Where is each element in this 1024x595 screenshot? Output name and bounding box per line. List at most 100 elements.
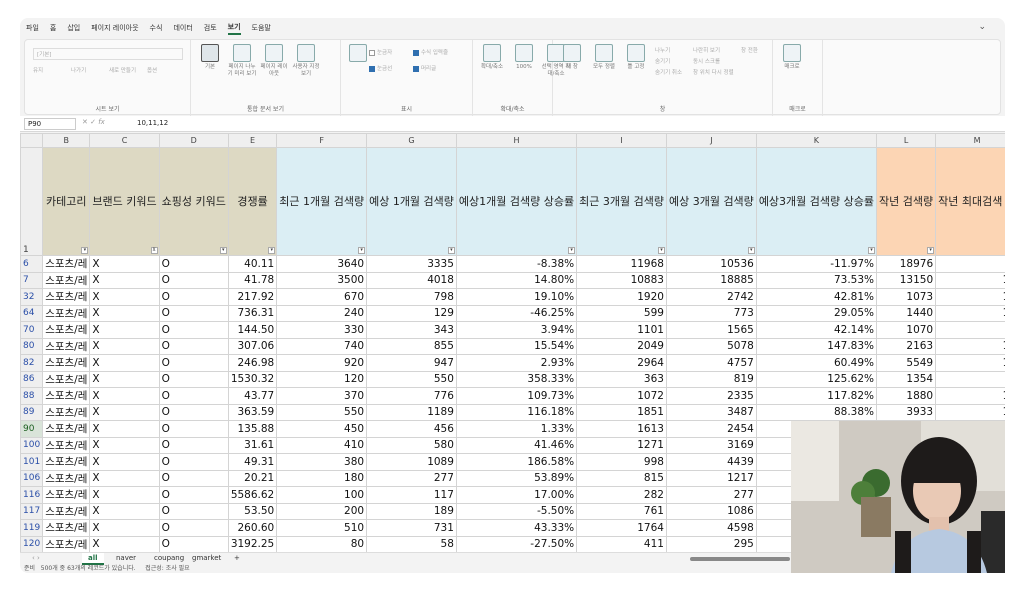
cell-F[interactable]: 370: [276, 387, 368, 405]
cell-J[interactable]: 295: [665, 535, 757, 552]
cell-D[interactable]: O: [158, 519, 229, 537]
cell-B[interactable]: 스포츠/레: [42, 420, 91, 438]
cell-B[interactable]: 스포츠/레: [42, 453, 91, 471]
add-sheet-button[interactable]: +: [228, 553, 246, 563]
cell-G[interactable]: 58: [366, 535, 457, 552]
row-header[interactable]: 117: [20, 502, 44, 520]
cell-C[interactable]: X: [89, 337, 160, 355]
ribbon-button[interactable]: 페이지 나누기 미리 보기: [227, 44, 257, 78]
cell-G[interactable]: 4018: [366, 271, 457, 289]
cell-H[interactable]: 109.73%: [455, 387, 578, 405]
cell-M[interactable]: 8: [935, 321, 1005, 339]
horizontal-scrollbar[interactable]: [668, 556, 798, 562]
cell-F[interactable]: 450: [276, 420, 368, 438]
cell-H[interactable]: 43.33%: [455, 519, 578, 537]
sheet-view-option[interactable]: [기본]: [33, 48, 183, 60]
row-header[interactable]: 86: [20, 370, 44, 388]
cell-K[interactable]: 60.49%: [755, 354, 878, 372]
column-header-G[interactable]: G: [366, 133, 457, 148]
cell-B[interactable]: 스포츠/레: [42, 519, 91, 537]
sheet-tab-gmarket[interactable]: gmarket: [186, 553, 227, 563]
show-option[interactable]: 눈금선: [369, 64, 392, 72]
cell-H[interactable]: 14.80%: [455, 271, 578, 289]
cell-E[interactable]: 20.21: [227, 469, 278, 487]
cell-K[interactable]: 88.38%: [755, 403, 878, 421]
cell-E[interactable]: 246.98: [227, 354, 278, 372]
cell-H[interactable]: 17.00%: [455, 486, 578, 504]
filter-dropdown-icon[interactable]: ▾: [747, 247, 755, 254]
cell-H[interactable]: 358.33%: [455, 370, 578, 388]
cell-L[interactable]: 18976: [876, 255, 937, 273]
cell-E[interactable]: 217.92: [227, 288, 278, 306]
column-header-F[interactable]: F: [276, 133, 368, 148]
sheet-tab-coupang[interactable]: coupang: [148, 553, 190, 563]
cell-J[interactable]: 18885: [665, 271, 757, 289]
column-header-B[interactable]: B: [42, 133, 91, 148]
cell-J[interactable]: 4439: [665, 453, 757, 471]
cell-G[interactable]: 798: [366, 288, 457, 306]
column-header-M[interactable]: M: [935, 133, 1005, 148]
cell-F[interactable]: 3500: [276, 271, 368, 289]
cell-I[interactable]: 815: [576, 469, 667, 487]
cell-H[interactable]: -27.50%: [455, 535, 578, 552]
cell-J[interactable]: 3169: [665, 436, 757, 454]
cell-F[interactable]: 100: [276, 486, 368, 504]
cell-G[interactable]: 731: [366, 519, 457, 537]
cell-E[interactable]: 307.06: [227, 337, 278, 355]
sheet-view-option[interactable]: 새로 만들기: [109, 66, 136, 74]
cell-K[interactable]: 42.81%: [755, 288, 878, 306]
filter-active-icon[interactable]: ⊻: [150, 247, 158, 254]
field-header-cell[interactable]: 예상 3개월 검색량 ▾: [665, 147, 757, 256]
cell-H[interactable]: 1.33%: [455, 420, 578, 438]
ribbon-button[interactable]: 모두 정렬: [589, 44, 619, 71]
cell-D[interactable]: O: [158, 469, 229, 487]
cell-K[interactable]: 147.83%: [755, 337, 878, 355]
cell-E[interactable]: 31.61: [227, 436, 278, 454]
filter-dropdown-icon[interactable]: ▾: [927, 247, 935, 254]
column-header-E[interactable]: E: [227, 133, 278, 148]
cell-H[interactable]: -8.38%: [455, 255, 578, 273]
sheet-tab-all[interactable]: all: [82, 553, 104, 565]
cell-B[interactable]: 스포츠/레: [42, 469, 91, 487]
window-option[interactable]: 동시 스크롤: [693, 57, 720, 65]
cell-C[interactable]: X: [89, 469, 160, 487]
cell-I[interactable]: 2964: [576, 354, 667, 372]
filter-dropdown-icon[interactable]: ▾: [868, 247, 876, 254]
cell-F[interactable]: 3640: [276, 255, 368, 273]
cell-C[interactable]: X: [89, 370, 160, 388]
row-header[interactable]: 7: [20, 271, 44, 289]
checkbox-icon[interactable]: [413, 65, 419, 72]
field-header-cell[interactable]: 경쟁률 ▾: [227, 147, 278, 256]
sheet-view-option[interactable]: 옵션: [147, 66, 157, 74]
cell-J[interactable]: 819: [665, 370, 757, 388]
cell-M[interactable]: 10: [935, 354, 1005, 372]
cell-L[interactable]: 1073: [876, 288, 937, 306]
cell-G[interactable]: 855: [366, 337, 457, 355]
cell-B[interactable]: 스포츠/레: [42, 502, 91, 520]
cell-J[interactable]: 773: [665, 304, 757, 322]
cell-I[interactable]: 1101: [576, 321, 667, 339]
row-header[interactable]: 80: [20, 337, 44, 355]
cell-B[interactable]: 스포츠/레: [42, 255, 91, 273]
ribbon-button[interactable]: 사용자 지정 보기: [291, 44, 321, 78]
cell-C[interactable]: X: [89, 420, 160, 438]
cell-C[interactable]: X: [89, 288, 160, 306]
cell-I[interactable]: 599: [576, 304, 667, 322]
cell-M[interactable]: 12: [935, 403, 1005, 421]
cell-C[interactable]: X: [89, 387, 160, 405]
cell-B[interactable]: 스포츠/레: [42, 370, 91, 388]
cancel-icon[interactable]: ✕: [82, 118, 88, 126]
ribbon-button[interactable]: 확대/축소: [477, 44, 507, 71]
cell-E[interactable]: 135.88: [227, 420, 278, 438]
cell-D[interactable]: O: [158, 403, 229, 421]
cell-E[interactable]: 3192.25: [227, 535, 278, 552]
cell-E[interactable]: 1530.32: [227, 370, 278, 388]
cell-K[interactable]: 73.53%: [755, 271, 878, 289]
cell-D[interactable]: O: [158, 535, 229, 552]
cell-I[interactable]: 1764: [576, 519, 667, 537]
scroll-thumb[interactable]: [690, 557, 790, 561]
column-header-D[interactable]: D: [158, 133, 229, 148]
cell-I[interactable]: 10883: [576, 271, 667, 289]
cell-E[interactable]: 43.77: [227, 387, 278, 405]
cell-B[interactable]: 스포츠/레: [42, 436, 91, 454]
